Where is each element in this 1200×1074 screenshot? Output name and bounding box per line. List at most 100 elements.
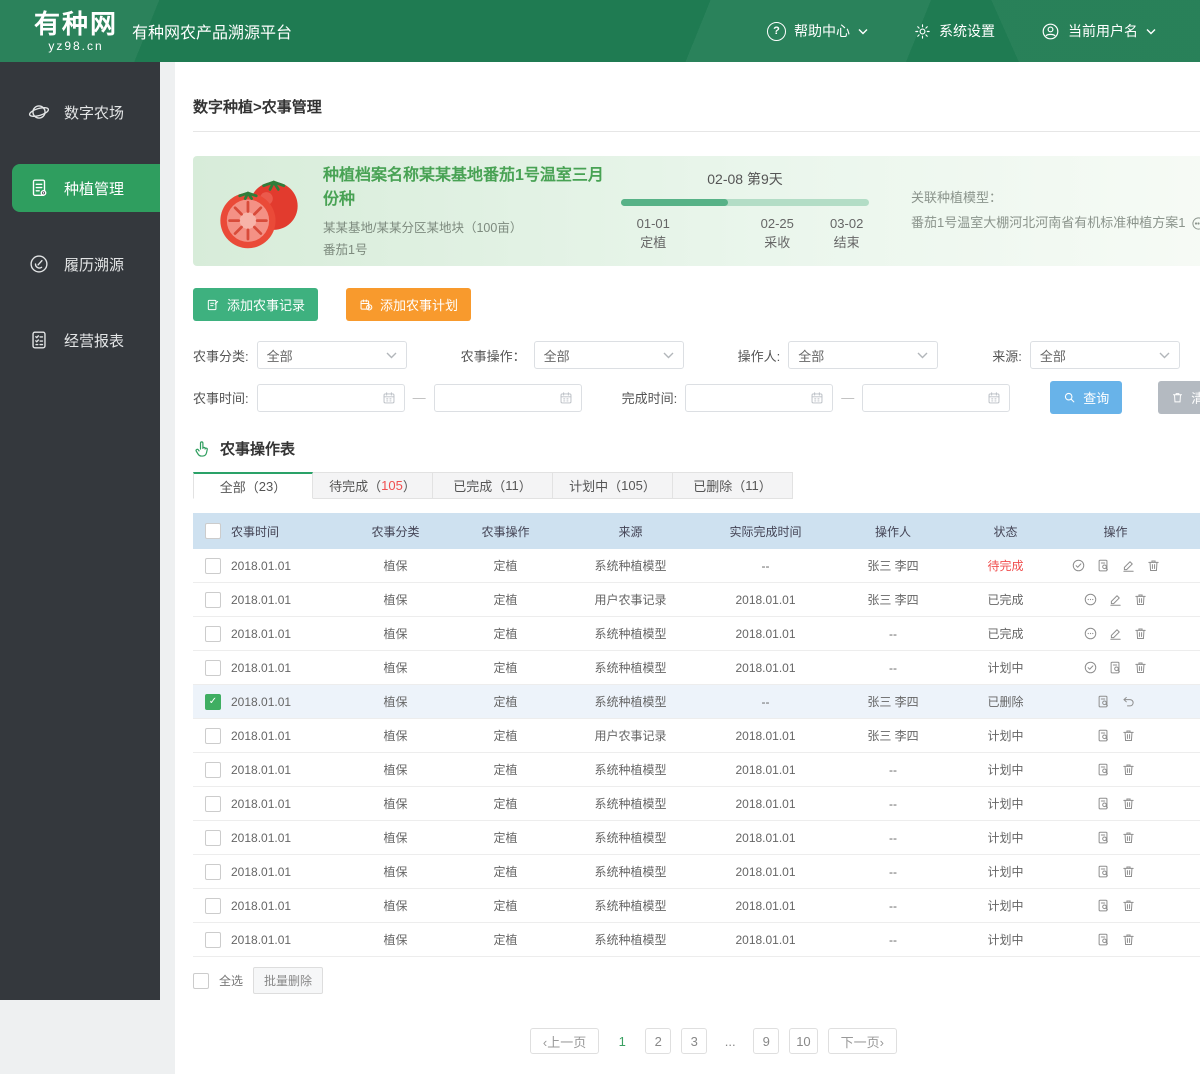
delete-icon[interactable] (1121, 932, 1136, 947)
restore-icon[interactable] (1121, 694, 1136, 709)
timeline-milestone: 03-02 结束 (830, 215, 864, 251)
header-checkbox[interactable] (205, 523, 221, 539)
filter-select-1[interactable]: 全部 (533, 341, 684, 369)
delete-icon[interactable] (1121, 830, 1136, 845)
complete-icon[interactable] (1071, 558, 1086, 573)
more-icon[interactable] (1083, 626, 1098, 641)
sidebar-item-label: 种植管理 (64, 180, 125, 198)
detail-icon[interactable] (1096, 694, 1111, 709)
date-input[interactable] (685, 383, 834, 412)
more-circle-icon[interactable] (1191, 216, 1200, 231)
row-finish-time: -- (761, 694, 770, 709)
tab-已删除[interactable]: 已删除（ 11） (673, 472, 793, 499)
current-user-menu[interactable]: 当前用户名 (1041, 21, 1156, 41)
page-button-3[interactable]: 3 (681, 1028, 708, 1054)
row-actions (1058, 898, 1173, 913)
sidebar-item-数字农场[interactable]: 数字农场 (0, 88, 160, 136)
help-icon: ? (767, 21, 786, 41)
table-row: 2018.01.01 植保 定植 系统种植模型 2018.01.01 -- 计划中 (193, 651, 1200, 685)
row-operation: 定植 (493, 661, 518, 675)
delete-icon[interactable] (1121, 898, 1136, 913)
filter-select-3[interactable]: 全部 (1029, 341, 1180, 369)
date-input[interactable] (433, 383, 582, 412)
delete-icon[interactable] (1133, 626, 1148, 641)
detail-icon[interactable] (1096, 864, 1111, 879)
detail-icon[interactable] (1096, 830, 1111, 845)
date-input[interactable] (862, 383, 1011, 412)
tab-计划中[interactable]: 计划中（ 105） (553, 472, 673, 499)
row-source: 系统种植模型 (594, 559, 667, 573)
more-icon[interactable] (1083, 592, 1098, 607)
clear-button[interactable]: 清空 (1158, 381, 1200, 414)
row-finish-time: -- (761, 558, 770, 573)
detail-icon[interactable] (1096, 796, 1111, 811)
filter-select-2[interactable]: 全部 (788, 341, 939, 369)
row-checkbox[interactable] (205, 761, 221, 778)
delete-icon[interactable] (1121, 864, 1136, 879)
delete-icon[interactable] (1121, 762, 1136, 777)
edit-icon[interactable] (1121, 558, 1136, 573)
page-button-9[interactable]: 9 (753, 1028, 780, 1054)
delete-icon[interactable] (1146, 558, 1161, 573)
detail-icon[interactable] (1108, 660, 1123, 675)
add-record-button[interactable]: 添加农事记录 (193, 288, 319, 321)
detail-icon[interactable] (1096, 558, 1111, 573)
row-category: 植保 (383, 593, 408, 607)
sidebar-item-履历溯源[interactable]: 履历溯源 (0, 240, 160, 288)
row-checkbox[interactable] (205, 591, 221, 608)
bulk-delete-button[interactable]: 批量删除 (253, 967, 324, 994)
page-button-2[interactable]: 2 (645, 1028, 672, 1054)
detail-icon[interactable] (1096, 728, 1111, 743)
tab-已完成[interactable]: 已完成（ 11） (433, 472, 553, 499)
delete-icon[interactable] (1121, 728, 1136, 743)
sidebar-item-种植管理[interactable]: 种植管理 (12, 164, 160, 212)
row-checkbox[interactable] (205, 659, 221, 676)
row-source: 系统种植模型 (594, 797, 667, 811)
next-page-button[interactable]: 下一页› (827, 1028, 898, 1054)
row-source: 系统种植模型 (594, 831, 667, 845)
row-finish-time: 2018.01.01 (735, 830, 796, 845)
row-checkbox[interactable]: ✓ (205, 693, 221, 710)
row-actions (1058, 762, 1173, 777)
row-checkbox[interactable] (205, 727, 221, 744)
select-all-checkbox[interactable] (193, 972, 209, 989)
row-status: 计划中 (987, 661, 1024, 675)
growth-timeline: 02-08 第9天 01-01 定植 02-25 采收 03-02 结束 (621, 169, 869, 254)
row-checkbox[interactable] (205, 557, 221, 574)
add-plan-button[interactable]: 添加农事计划 (346, 288, 472, 321)
row-checkbox[interactable] (205, 829, 221, 846)
detail-icon[interactable] (1096, 932, 1111, 947)
row-checkbox[interactable] (205, 795, 221, 812)
complete-icon[interactable] (1083, 660, 1098, 675)
row-date: 2018.01.01 (231, 558, 292, 573)
delete-icon[interactable] (1121, 796, 1136, 811)
table-row: 2018.01.01 植保 定植 系统种植模型 2018.01.01 -- 计划中 (193, 787, 1200, 821)
help-center-menu[interactable]: ? 帮助中心 (767, 21, 868, 41)
row-checkbox[interactable] (205, 863, 221, 880)
sidebar-item-经营报表[interactable]: 经营报表 (0, 316, 160, 364)
column-header: 状态 (993, 524, 1018, 539)
row-category: 植保 (383, 661, 408, 675)
detail-icon[interactable] (1096, 898, 1111, 913)
prev-page-button[interactable]: ‹上一页 (529, 1028, 600, 1054)
row-checkbox[interactable] (205, 897, 221, 914)
date-input[interactable] (256, 383, 405, 412)
system-settings-menu[interactable]: 系统设置 (914, 21, 995, 41)
tab-待完成[interactable]: 待完成（ 105） (313, 472, 433, 499)
range-dash: — (412, 390, 426, 405)
delete-icon[interactable] (1133, 592, 1148, 607)
edit-icon[interactable] (1108, 592, 1123, 607)
detail-icon[interactable] (1096, 762, 1111, 777)
filter-select-0[interactable]: 全部 (256, 341, 407, 369)
row-finish-time: 2018.01.01 (735, 898, 796, 913)
row-operator: -- (889, 864, 897, 879)
search-button[interactable]: 查询 (1050, 381, 1123, 414)
row-checkbox[interactable] (205, 931, 221, 948)
row-date: 2018.01.01 (231, 592, 292, 607)
row-checkbox[interactable] (205, 625, 221, 642)
page-button-10[interactable]: 10 (789, 1028, 818, 1054)
page-button-1[interactable]: 1 (609, 1028, 635, 1054)
delete-icon[interactable] (1133, 660, 1148, 675)
tab-全部[interactable]: 全部（ 23） (193, 472, 313, 499)
edit-icon[interactable] (1108, 626, 1123, 641)
